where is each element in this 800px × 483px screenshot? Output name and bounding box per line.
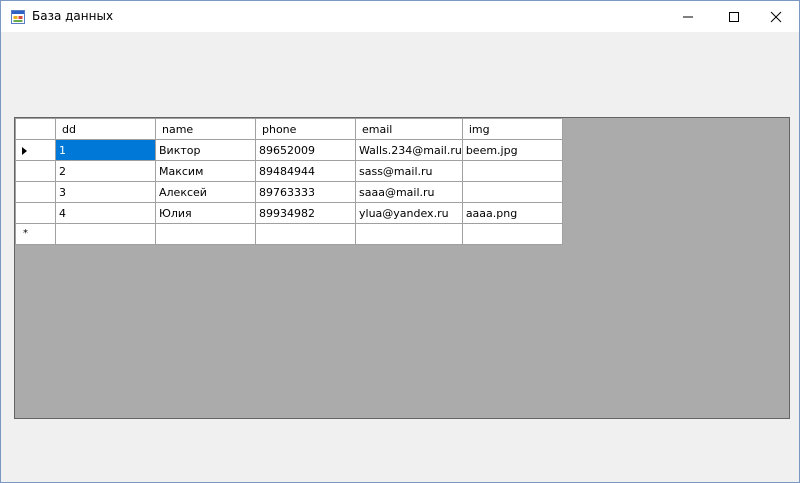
form-icon <box>11 9 25 24</box>
column-header-phone[interactable]: phone <box>255 118 356 140</box>
cell-email[interactable]: saaa@mail.ru <box>355 181 463 203</box>
row-header[interactable] <box>15 181 56 203</box>
data-grid-view[interactable]: dd name phone email img 1 Виктор 8965200… <box>14 117 790 419</box>
maximize-button[interactable] <box>711 1 757 32</box>
table-row[interactable]: 4 Юлия 89934982 ylua@yandex.ru aaaa.png <box>15 202 563 224</box>
main-window: База данных dd name phone email img 1 Ви… <box>0 0 800 483</box>
cell-name[interactable]: Виктор <box>155 139 256 161</box>
new-cell-phone[interactable] <box>255 223 356 245</box>
maximize-icon <box>729 12 739 22</box>
cell-img[interactable]: beem.jpg <box>461 139 563 161</box>
cell-img[interactable]: aaaa.png <box>461 202 563 224</box>
cell-phone[interactable]: 89484944 <box>255 160 356 182</box>
table-row[interactable]: 1 Виктор 89652009 Walls.234@mail.ru beem… <box>15 139 563 161</box>
current-row-arrow-icon <box>22 147 27 155</box>
header-row: dd name phone email img <box>15 118 563 140</box>
cell-name[interactable]: Максим <box>155 160 256 182</box>
new-cell-img[interactable] <box>461 223 563 245</box>
cell-email[interactable]: sass@mail.ru <box>355 160 463 182</box>
cell-name[interactable]: Юлия <box>155 202 256 224</box>
column-header-img[interactable]: img <box>461 118 563 140</box>
cell-email[interactable]: Walls.234@mail.ru <box>355 139 463 161</box>
minimize-icon <box>683 16 693 18</box>
table-row[interactable]: 3 Алексей 89763333 saaa@mail.ru <box>15 181 563 203</box>
row-header-current[interactable] <box>15 139 56 161</box>
cell-dd[interactable]: 2 <box>55 160 156 182</box>
title-bar[interactable]: База данных <box>1 1 799 32</box>
cell-img[interactable] <box>461 181 563 203</box>
cell-phone[interactable]: 89763333 <box>255 181 356 203</box>
new-cell-dd[interactable] <box>55 223 156 245</box>
top-left-header-cell[interactable] <box>15 118 56 140</box>
close-icon <box>770 11 782 23</box>
cell-dd[interactable]: 4 <box>55 202 156 224</box>
column-header-name[interactable]: name <box>155 118 256 140</box>
close-button[interactable] <box>753 1 799 32</box>
cell-dd[interactable]: 3 <box>55 181 156 203</box>
new-row-star-icon: * <box>23 228 28 239</box>
row-header-new[interactable]: * <box>15 223 56 245</box>
column-header-dd[interactable]: dd <box>55 118 156 140</box>
row-header[interactable] <box>15 202 56 224</box>
cell-dd[interactable]: 1 <box>55 139 156 161</box>
cell-name[interactable]: Алексей <box>155 181 256 203</box>
minimize-button[interactable] <box>665 1 711 32</box>
window-title: База данных <box>32 9 114 23</box>
cell-phone[interactable]: 89652009 <box>255 139 356 161</box>
new-cell-email[interactable] <box>355 223 463 245</box>
cell-img[interactable] <box>461 160 563 182</box>
cell-email[interactable]: ylua@yandex.ru <box>355 202 463 224</box>
table-row[interactable]: 2 Максим 89484944 sass@mail.ru <box>15 160 563 182</box>
row-header[interactable] <box>15 160 56 182</box>
new-cell-name[interactable] <box>155 223 256 245</box>
new-row[interactable]: * <box>15 223 563 245</box>
cell-phone[interactable]: 89934982 <box>255 202 356 224</box>
data-table: dd name phone email img 1 Виктор 8965200… <box>15 118 563 245</box>
column-header-email[interactable]: email <box>355 118 463 140</box>
